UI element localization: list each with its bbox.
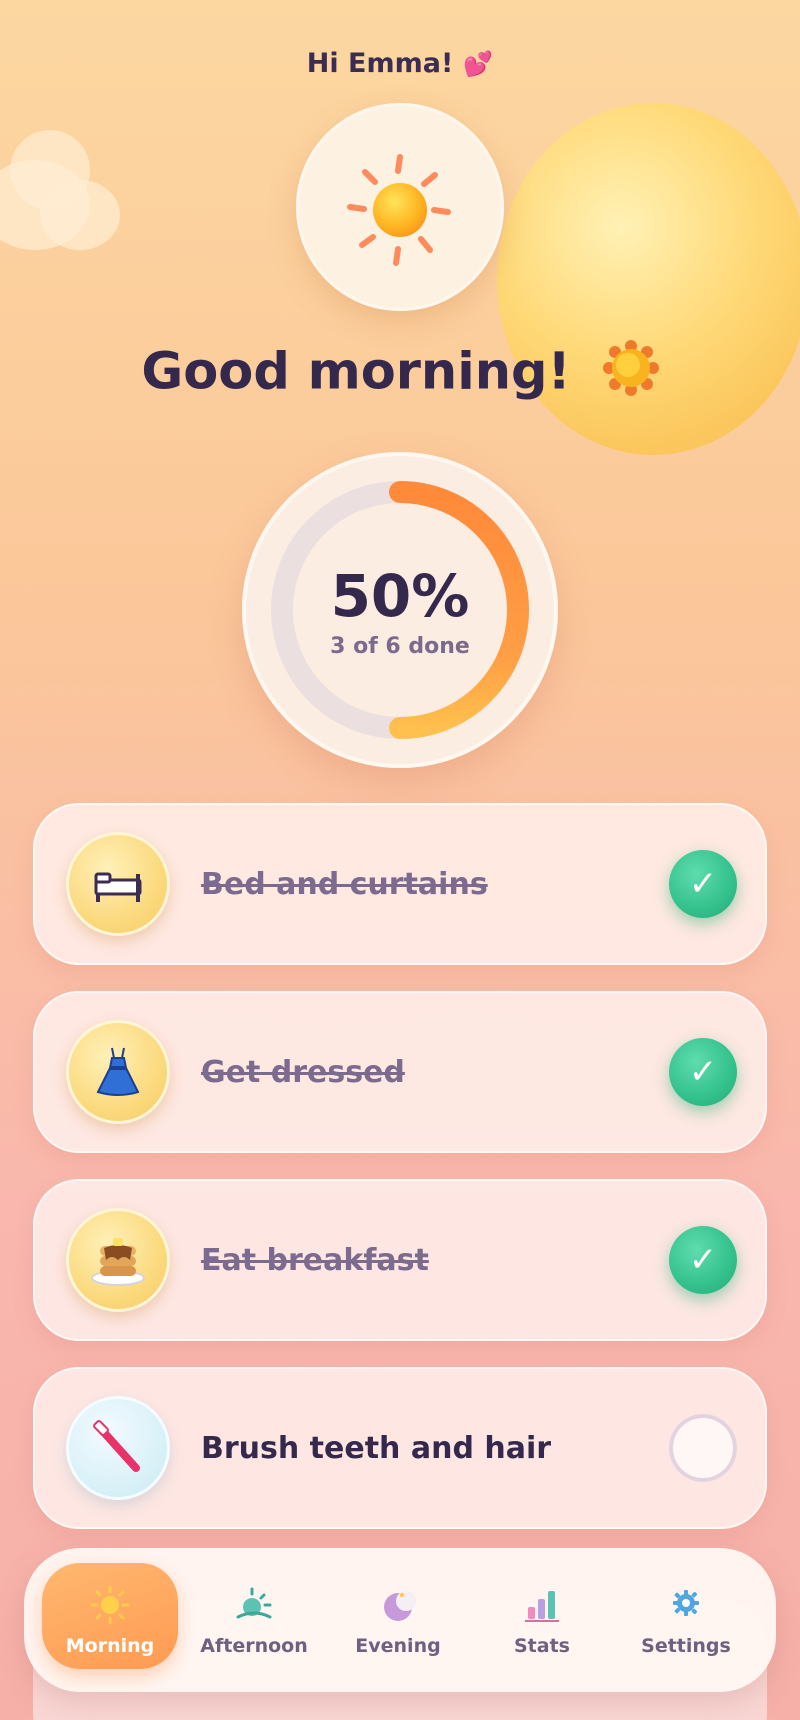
bar-chart-icon (525, 1591, 559, 1622)
nav-label: Settings (641, 1635, 731, 1657)
task-icon-badge (66, 1020, 170, 1124)
page-title-text: Good morning! (141, 342, 571, 402)
task-icon-badge (66, 1396, 170, 1500)
task-checkbox-checked[interactable]: ✓ (669, 1038, 737, 1106)
progress-summary: 3 of 6 done (330, 634, 470, 659)
task-label: Get dressed (201, 1054, 405, 1090)
task-label: Brush teeth and hair (201, 1430, 552, 1466)
nav-label: Afternoon (200, 1635, 308, 1657)
sun-icon (347, 154, 451, 266)
task-checkbox-unchecked[interactable] (669, 1414, 737, 1482)
hearts-icon: 💕 (463, 50, 494, 78)
nav-evening[interactable]: Evening (330, 1563, 466, 1669)
progress-ring: 50% 3 of 6 done (242, 452, 558, 768)
pancakes-icon (91, 1238, 145, 1286)
nav-morning[interactable]: Morning (42, 1563, 178, 1669)
nav-stats[interactable]: Stats (474, 1563, 610, 1669)
nav-label: Evening (355, 1635, 441, 1657)
progress-percent: 50% (330, 562, 470, 630)
cloud-decoration (0, 120, 120, 280)
greeting: Hi Emma! 💕 (0, 48, 800, 79)
task-card[interactable]: Get dressed ✓ (33, 991, 767, 1153)
nav-label: Morning (65, 1635, 155, 1657)
nav-label: Stats (514, 1635, 570, 1657)
greeting-text: Hi Emma! (306, 48, 454, 79)
task-card[interactable]: Bed and curtains ✓ (33, 803, 767, 965)
task-card[interactable]: Brush teeth and hair (33, 1367, 767, 1529)
toothbrush-icon (93, 1420, 140, 1472)
sun-icon (90, 1585, 130, 1625)
task-icon-badge (66, 832, 170, 936)
moon-icon (384, 1591, 416, 1621)
task-icon-badge (66, 1208, 170, 1312)
bottom-nav: Morning Afternoon Evening Stats Settings (24, 1548, 776, 1692)
time-of-day-badge (296, 103, 504, 311)
gear-icon (673, 1590, 699, 1616)
nav-settings[interactable]: Settings (618, 1563, 754, 1669)
task-checkbox-checked[interactable]: ✓ (669, 850, 737, 918)
task-card[interactable]: Eat breakfast ✓ (33, 1179, 767, 1341)
task-label: Bed and curtains (201, 866, 488, 902)
task-label: Eat breakfast (201, 1242, 429, 1278)
sun-emoji-icon (602, 340, 659, 409)
page-title: Good morning! (0, 340, 800, 409)
task-checkbox-checked[interactable]: ✓ (669, 1226, 737, 1294)
dress-icon (96, 1047, 140, 1096)
sunset-icon (236, 1587, 272, 1619)
bed-icon (94, 872, 142, 902)
nav-afternoon[interactable]: Afternoon (186, 1563, 322, 1669)
